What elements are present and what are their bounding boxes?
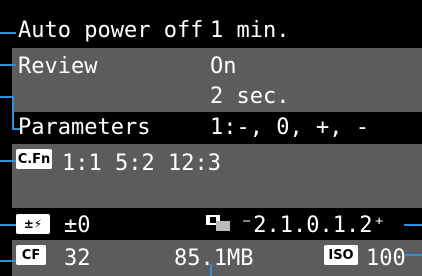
- shots-remaining: 32: [64, 246, 91, 271]
- leader-line-flash: [0, 224, 16, 226]
- card-space: 85.1MB: [174, 246, 254, 271]
- row-review: Review On 2 sec.: [12, 48, 422, 112]
- review-value-on: On: [210, 54, 237, 79]
- exposure-scale: ⁻2.1.0.1.2⁺: [240, 213, 386, 238]
- leader-line-review: [0, 64, 16, 66]
- parameters-value: 1:-, 0, +, -: [210, 115, 369, 140]
- parameters-label: Parameters: [18, 115, 151, 140]
- camera-lcd-screen: Auto power off 1 min. Review On 2 sec. P…: [0, 0, 422, 276]
- custom-function-icon: C.Fn: [16, 149, 52, 169]
- auto-power-off-label: Auto power off: [18, 18, 204, 43]
- row-card-iso: CF 32 85.1MB ISO 100: [12, 240, 422, 276]
- leader-line-exposure: [404, 224, 422, 226]
- leader-line-iso: [404, 254, 422, 256]
- iso-icon: ISO: [324, 245, 358, 265]
- leader-line-parameters-2: [12, 128, 20, 130]
- row-flash-exposure: ±⚡ ±0 ⁻2.1.0.1.2⁺: [12, 208, 422, 240]
- custom-functions-value: 1:1 5:2 12:3: [62, 151, 221, 176]
- row-custom-functions: C.Fn 1:1 5:2 12:3: [12, 144, 422, 208]
- leader-line-parameters-v: [12, 96, 14, 130]
- leader-line-space: [210, 264, 212, 276]
- leader-line-cfn: [0, 160, 16, 162]
- auto-power-off-value: 1 min.: [210, 18, 290, 43]
- cf-card-icon: CF: [16, 245, 46, 265]
- flash-comp-value: ±0: [64, 213, 91, 238]
- review-label: Review: [18, 54, 98, 79]
- leader-line-auto-power: [0, 32, 16, 34]
- review-value-duration: 2 sec.: [210, 84, 290, 109]
- iso-value: 100: [366, 246, 406, 271]
- exposure-bracketing-icon: [206, 215, 232, 231]
- leader-line-card: [0, 260, 16, 262]
- row-parameters: Parameters 1:-, 0, +, -: [12, 112, 422, 144]
- flash-exposure-compensation-icon: ±⚡: [16, 214, 50, 234]
- leader-line-parameters: [0, 96, 14, 98]
- row-auto-power-off: Auto power off 1 min.: [12, 14, 422, 48]
